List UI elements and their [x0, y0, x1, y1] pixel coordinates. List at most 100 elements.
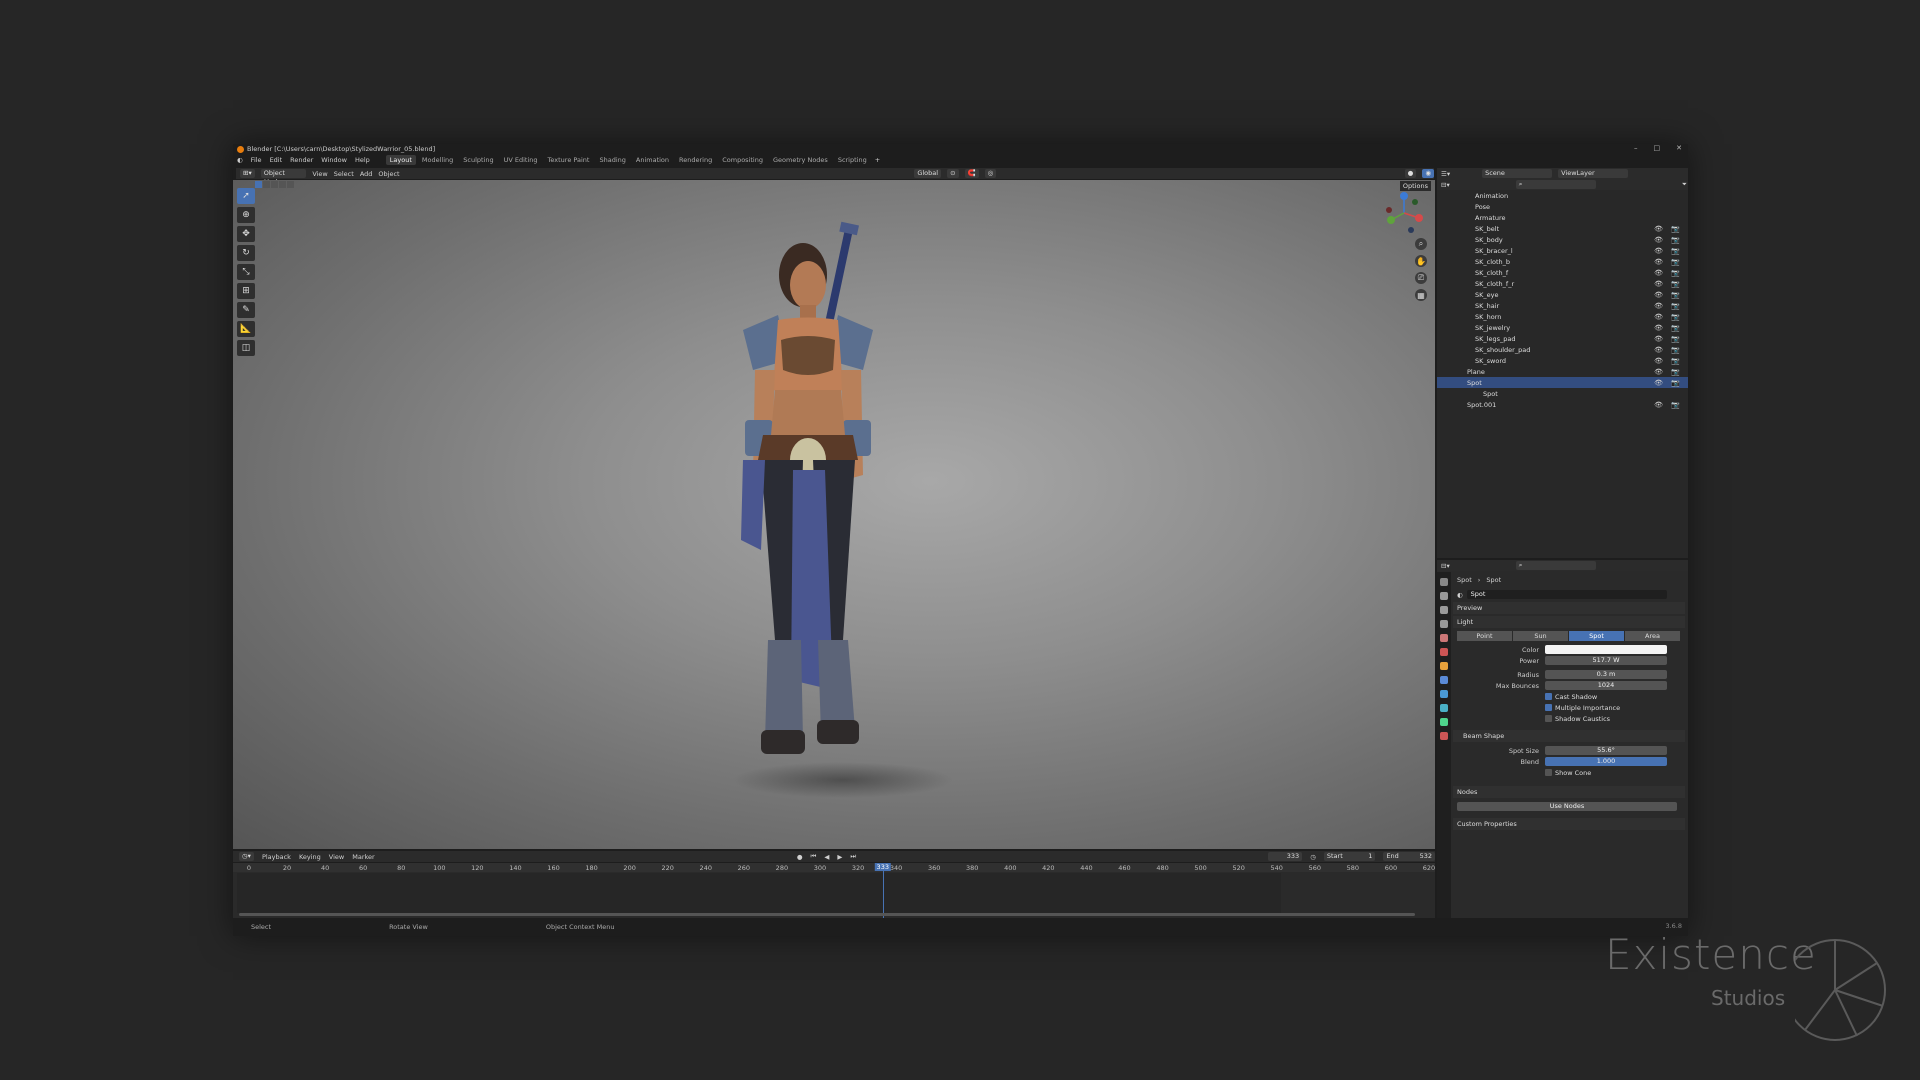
- scene-selector[interactable]: Scene: [1482, 169, 1553, 178]
- play-icon[interactable]: ▶: [837, 853, 842, 861]
- outliner-row[interactable]: Armature: [1437, 212, 1688, 223]
- visibility-icon[interactable]: 👁 📷: [1654, 346, 1683, 354]
- playhead-label[interactable]: 333: [874, 863, 891, 871]
- viewport-menu-select[interactable]: Select: [334, 170, 354, 178]
- outliner-row[interactable]: SK_body 👁 📷: [1437, 234, 1688, 245]
- camera-view-icon[interactable]: ⎚: [1415, 272, 1427, 284]
- orientation-select[interactable]: Global: [914, 169, 942, 178]
- display-mode-icon[interactable]: ⊟▾: [1441, 181, 1450, 189]
- viewport-menu-view[interactable]: View: [312, 170, 327, 178]
- timeline-menu-keying[interactable]: Keying: [299, 853, 321, 861]
- workspace-tab[interactable]: UV Editing: [500, 155, 542, 165]
- visibility-icon[interactable]: 👁 📷: [1654, 247, 1683, 255]
- datablock-name-field[interactable]: Spot: [1466, 590, 1667, 599]
- viewport-menu-object[interactable]: Object: [378, 170, 399, 178]
- select-subtract-icon[interactable]: [271, 181, 278, 188]
- outliner-row[interactable]: SK_eye 👁 📷: [1437, 289, 1688, 300]
- measure-tool-icon[interactable]: 📐: [237, 321, 255, 337]
- add-cube-tool-icon[interactable]: ◫: [237, 340, 255, 356]
- jump-start-icon[interactable]: ⏮: [811, 852, 817, 861]
- outliner-row[interactable]: Spot 👁 📷: [1437, 377, 1688, 388]
- tool-tab-icon[interactable]: [1440, 578, 1448, 586]
- visibility-icon[interactable]: 👁 📷: [1654, 269, 1683, 277]
- outliner-row[interactable]: SK_sword 👁 📷: [1437, 355, 1688, 366]
- minimize-icon[interactable]: –: [1634, 144, 1638, 152]
- radius-field[interactable]: 0.3 m: [1545, 670, 1667, 679]
- shading-rendered-icon[interactable]: ◉: [1422, 169, 1434, 178]
- clock-icon[interactable]: ◷: [1310, 853, 1316, 861]
- workspace-tab[interactable]: Layout: [385, 155, 416, 165]
- visibility-icon[interactable]: 👁 📷: [1654, 335, 1683, 343]
- visibility-icon[interactable]: 👁 📷: [1654, 324, 1683, 332]
- show-cone-check-icon[interactable]: [1545, 769, 1552, 776]
- light-type-option[interactable]: Area: [1625, 631, 1681, 641]
- outliner-row[interactable]: Pose: [1437, 201, 1688, 212]
- mode-select[interactable]: Object Mode: [260, 169, 307, 186]
- preview-section-header[interactable]: Preview: [1453, 602, 1685, 614]
- visibility-icon[interactable]: 👁 📷: [1654, 225, 1683, 233]
- scale-tool-icon[interactable]: ⤡: [237, 264, 255, 280]
- timeline-menu-marker[interactable]: Marker: [352, 853, 374, 861]
- workspace-tab[interactable]: Geometry Nodes: [769, 155, 832, 165]
- outliner-row[interactable]: SK_horn 👁 📷: [1437, 311, 1688, 322]
- multiple-importance-checkbox[interactable]: Multiple Importance: [1545, 702, 1685, 713]
- editor-type-button[interactable]: ⊞▾: [240, 169, 255, 178]
- snap-icon[interactable]: 🧲: [964, 169, 979, 178]
- light-data-icon[interactable]: ◐: [1457, 591, 1463, 599]
- outliner-row[interactable]: SK_bracer_l 👁 📷: [1437, 245, 1688, 256]
- jump-end-icon[interactable]: ⏭: [850, 852, 856, 861]
- properties-search-input[interactable]: ⌕: [1515, 561, 1596, 570]
- workspace-tab[interactable]: Scripting: [834, 155, 871, 165]
- visibility-icon[interactable]: 👁 📷: [1654, 357, 1683, 365]
- outliner-row[interactable]: Plane 👁 📷: [1437, 366, 1688, 377]
- outliner-row[interactable]: SK_jewelry 👁 📷: [1437, 322, 1688, 333]
- workspace-tab[interactable]: Rendering: [675, 155, 716, 165]
- scene-tab-icon[interactable]: [1440, 634, 1448, 642]
- spot-size-field[interactable]: 55.6°: [1545, 746, 1667, 755]
- workspace-tab[interactable]: Modelling: [418, 155, 457, 165]
- world-tab-icon[interactable]: [1440, 648, 1448, 656]
- zoom-icon[interactable]: ⌕: [1415, 238, 1427, 250]
- outliner-row[interactable]: SK_belt 👁 📷: [1437, 223, 1688, 234]
- 3d-viewport[interactable]: ➚ ⊕ ✥ ↻ ⤡ ⊞ ✎ 📐 ◫ Options ⌕ ✋ ⎚ ▦: [233, 180, 1435, 849]
- proportional-edit-icon[interactable]: ◎: [984, 169, 997, 178]
- show-cone-checkbox[interactable]: Show Cone: [1545, 767, 1685, 778]
- timeline-menu-view[interactable]: View: [329, 853, 344, 861]
- visibility-icon[interactable]: 👁 📷: [1654, 236, 1683, 244]
- beam-shape-section-header[interactable]: Beam Shape: [1453, 730, 1685, 742]
- blend-slider[interactable]: 1.000: [1545, 757, 1667, 766]
- output-tab-icon[interactable]: [1440, 606, 1448, 614]
- navigation-gizmo[interactable]: [1379, 188, 1429, 238]
- cursor-tool-icon[interactable]: ⊕: [237, 207, 255, 223]
- close-icon[interactable]: ✕: [1676, 144, 1682, 152]
- frame-start-field[interactable]: Start 1: [1323, 852, 1376, 861]
- play-reverse-icon[interactable]: ◀: [824, 853, 829, 861]
- timeline[interactable]: 0 20 40 60 80 100 120 140 160 180 200 220 240 260 280 3…: [233, 863, 1435, 918]
- nodes-section-header[interactable]: Nodes: [1453, 786, 1685, 798]
- move-tool-icon[interactable]: ✥: [237, 226, 255, 242]
- outliner-row[interactable]: SK_cloth_f 👁 📷: [1437, 267, 1688, 278]
- ortho-grid-icon[interactable]: ▦: [1415, 289, 1427, 301]
- add-workspace-button[interactable]: +: [871, 156, 884, 164]
- playhead[interactable]: [882, 863, 884, 918]
- record-icon[interactable]: ●: [797, 853, 803, 861]
- light-type-option[interactable]: Point: [1457, 631, 1513, 641]
- shadow-caustics-check-icon[interactable]: [1545, 715, 1552, 722]
- use-nodes-button[interactable]: Use Nodes: [1457, 802, 1677, 811]
- cast-shadow-check-icon[interactable]: [1545, 693, 1552, 700]
- rotate-tool-icon[interactable]: ↻: [237, 245, 255, 261]
- select-new-icon[interactable]: [255, 181, 262, 188]
- color-swatch[interactable]: [1545, 645, 1667, 654]
- workspace-tab[interactable]: Shading: [595, 155, 629, 165]
- shadow-caustics-checkbox[interactable]: Shadow Caustics: [1545, 713, 1685, 724]
- viewlayer-selector[interactable]: ViewLayer: [1558, 169, 1629, 178]
- visibility-icon[interactable]: 👁 📷: [1654, 368, 1683, 376]
- pivot-icon[interactable]: ⊙: [947, 169, 959, 178]
- current-frame-field[interactable]: 333: [1268, 852, 1303, 861]
- custom-properties-section-header[interactable]: Custom Properties: [1453, 818, 1685, 830]
- menu-edit[interactable]: Edit: [266, 156, 287, 164]
- menu-render[interactable]: Render: [286, 156, 317, 164]
- frame-end-field[interactable]: End 532: [1383, 852, 1435, 861]
- light-section-header[interactable]: Light: [1453, 616, 1685, 628]
- outliner-row[interactable]: Spot: [1437, 388, 1688, 399]
